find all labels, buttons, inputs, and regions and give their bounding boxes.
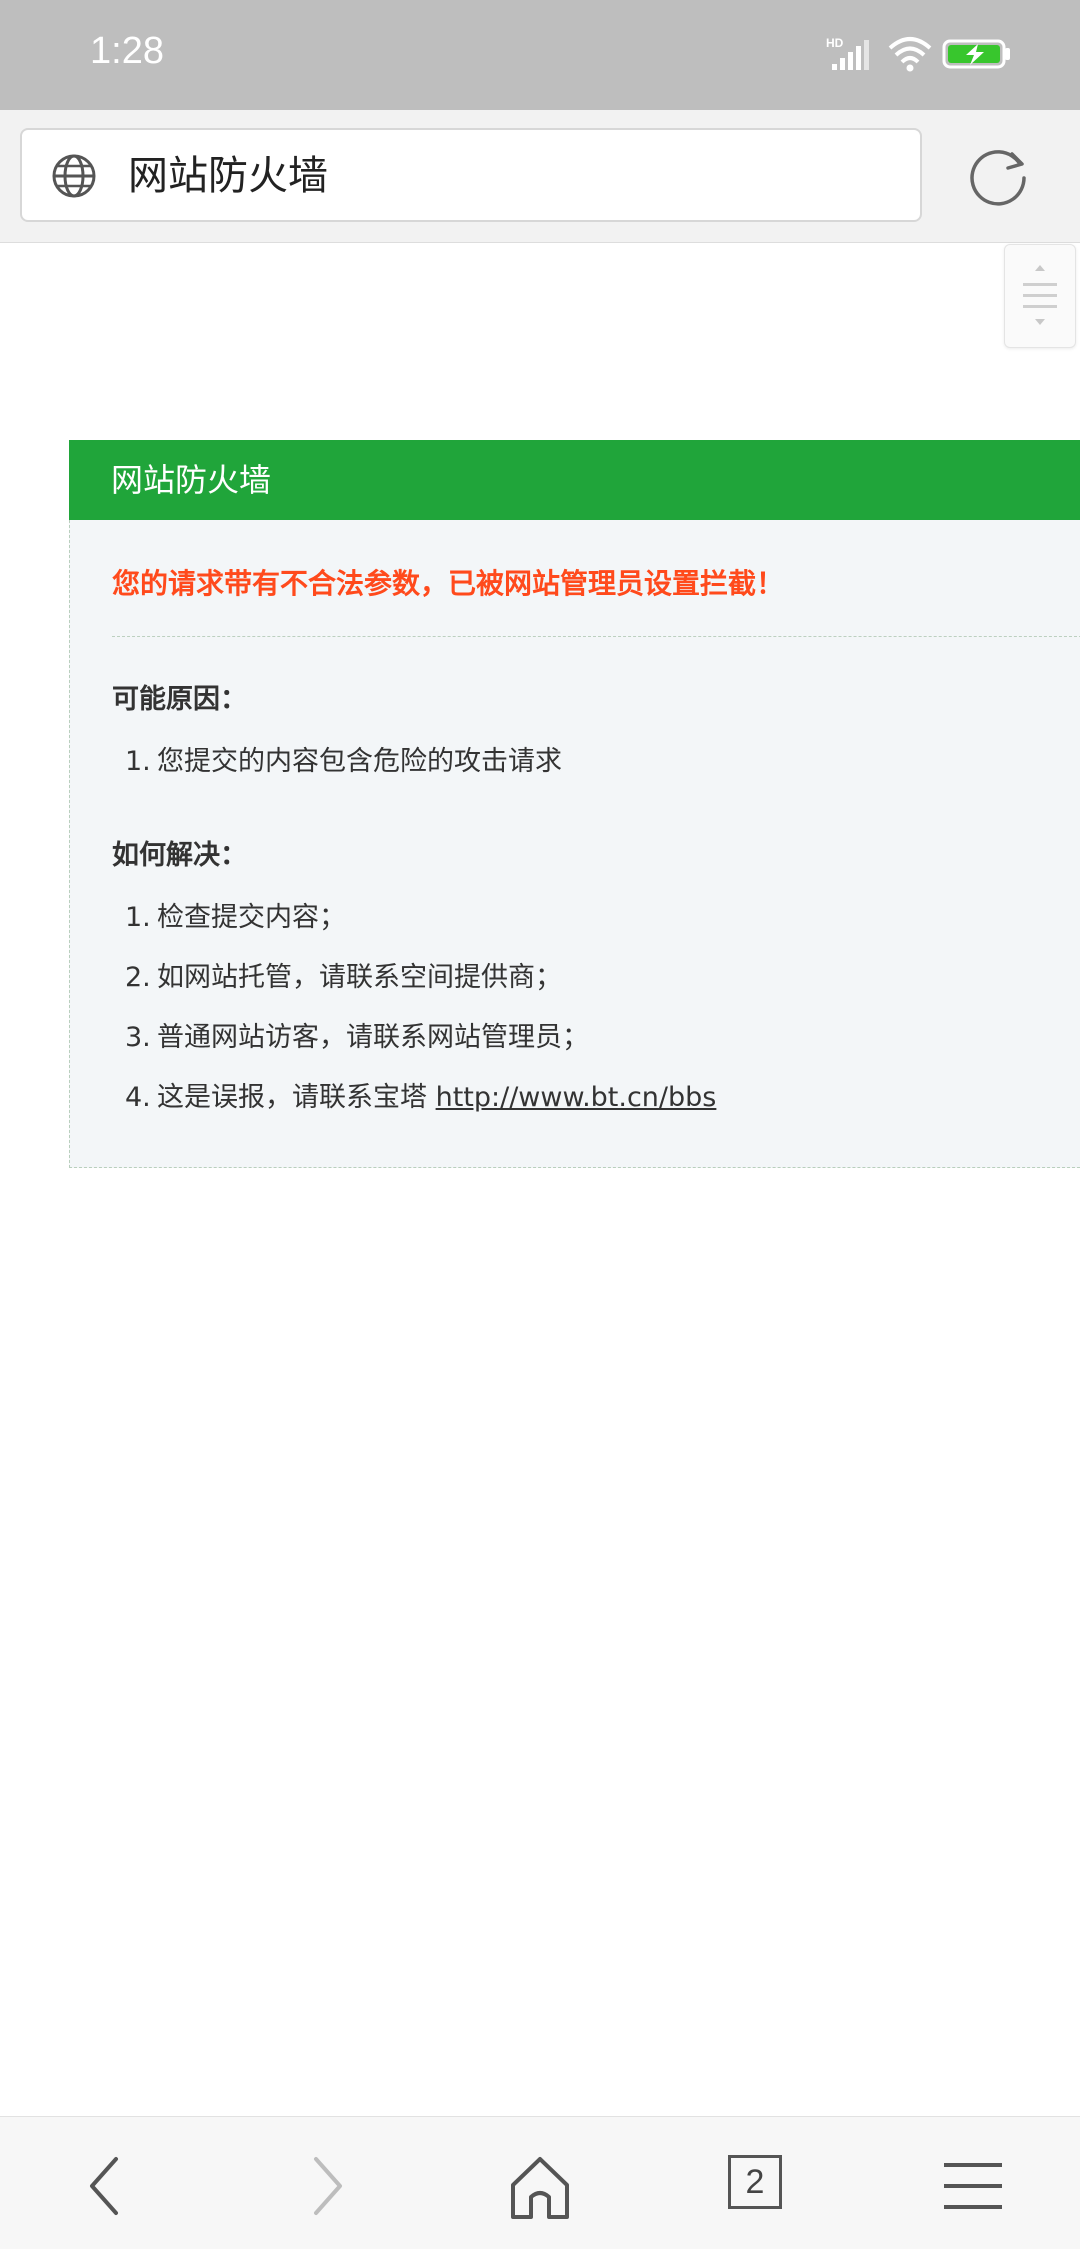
status-time: 1:28	[90, 30, 164, 72]
bt-forum-link[interactable]: http://www.bt.cn/bbs	[436, 1082, 717, 1113]
forward-arrow-icon[interactable]	[290, 2151, 360, 2221]
url-field[interactable]: 网站防火墙	[20, 128, 922, 222]
reload-icon[interactable]	[968, 144, 1032, 208]
card-title: 网站防火墙	[111, 461, 272, 499]
list-number: 1.	[125, 902, 151, 933]
back-arrow-icon[interactable]	[72, 2151, 142, 2221]
bottom-nav: 2	[0, 2116, 1080, 2249]
scroll-widget[interactable]	[1004, 244, 1076, 348]
solution-item: 1. 检查提交内容；	[125, 898, 346, 938]
divider	[112, 636, 1080, 637]
list-number: 4.	[125, 1082, 151, 1113]
solution-text: 这是误报，请联系宝塔	[157, 1082, 436, 1113]
status-bar: 1:28 HD	[0, 0, 1080, 110]
reason-item: 1. 您提交的内容包含危险的攻击请求	[125, 742, 562, 782]
warning-message: 您的请求带有不合法参数，已被网站管理员设置拦截！	[112, 567, 785, 600]
list-number: 1.	[125, 746, 151, 777]
url-text: 网站防火墙	[128, 153, 328, 199]
menu-icon[interactable]	[938, 2151, 1008, 2221]
solution-text: 普通网站访客，请联系网站管理员；	[157, 1022, 589, 1053]
home-icon[interactable]	[505, 2151, 575, 2221]
reasons-title: 可能原因：	[112, 684, 247, 715]
globe-icon	[52, 154, 96, 198]
network-label: HD	[826, 36, 844, 50]
list-number: 2.	[125, 962, 151, 993]
list-number: 3.	[125, 1022, 151, 1053]
wifi-icon	[888, 37, 932, 72]
solution-text: 检查提交内容；	[157, 902, 346, 933]
tabs-button[interactable]: 2	[728, 2155, 782, 2209]
scroll-handle-icon	[1023, 265, 1057, 325]
solution-item: 4. 这是误报，请联系宝塔 http://www.bt.cn/bbs	[125, 1078, 716, 1118]
solution-item: 2. 如网站托管，请联系空间提供商；	[125, 958, 562, 998]
reason-text: 您提交的内容包含危险的攻击请求	[157, 746, 562, 777]
firewall-card-header: 网站防火墙	[69, 440, 1080, 520]
signal-icon: HD	[826, 36, 869, 70]
address-bar: 网站防火墙	[0, 110, 1080, 243]
solution-item: 3. 普通网站访客，请联系网站管理员；	[125, 1018, 589, 1058]
firewall-card-body: 您的请求带有不合法参数，已被网站管理员设置拦截！ 可能原因： 1. 您提交的内容包…	[69, 520, 1080, 1168]
solutions-title: 如何解决：	[112, 840, 247, 871]
solution-text: 如网站托管，请联系空间提供商；	[157, 962, 562, 993]
battery-charging-icon	[942, 39, 1010, 69]
